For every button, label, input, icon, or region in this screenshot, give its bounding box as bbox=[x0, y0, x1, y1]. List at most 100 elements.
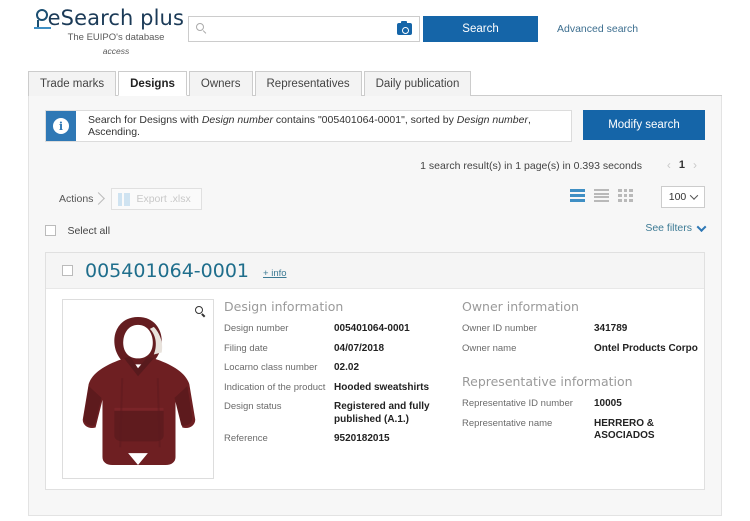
magnifier-logo-icon bbox=[34, 7, 51, 29]
logo-tagline: The EUIPO's database bbox=[67, 32, 165, 43]
design-thumbnail[interactable] bbox=[62, 299, 214, 479]
field-label: Representative ID number bbox=[462, 398, 573, 409]
list-view-icon[interactable] bbox=[570, 189, 585, 202]
field-label: Representative name bbox=[462, 417, 553, 429]
logo-tagline-access: access bbox=[102, 46, 130, 56]
modify-search-button[interactable]: Modify search bbox=[583, 110, 705, 140]
field-label: Design number bbox=[224, 323, 289, 334]
tab-representatives[interactable]: Representatives bbox=[254, 71, 362, 96]
image-search-button[interactable] bbox=[389, 17, 419, 41]
export-xlsx-button[interactable]: Export .xlsx bbox=[111, 188, 202, 210]
field-reference: Reference 9520182015 bbox=[224, 433, 452, 446]
design-information-section: Design information Design number 0054010… bbox=[224, 299, 452, 479]
representative-information-title: Representative information bbox=[462, 374, 633, 389]
owner-information-title: Owner information bbox=[462, 299, 579, 314]
logo-line: eSearch plus bbox=[34, 6, 184, 30]
logo-text: eSearch plus bbox=[47, 6, 184, 30]
tab-daily-publication[interactable]: Daily publication bbox=[363, 71, 472, 96]
field-owner-id-number: Owner ID number 341789 bbox=[462, 323, 712, 336]
field-value: 005401064-0001 bbox=[334, 323, 410, 334]
field-label: Indication of the product bbox=[224, 381, 326, 393]
field-label: Reference bbox=[224, 433, 268, 444]
page-size-select[interactable]: 100 bbox=[661, 186, 705, 208]
field-value: 341789 bbox=[594, 323, 628, 334]
search-button[interactable]: Search bbox=[423, 16, 538, 42]
main-tabs: Trade marks Designs Owners Representativ… bbox=[28, 70, 722, 96]
field-design-status: Design status Registered and fully publi… bbox=[224, 401, 452, 426]
result-select-checkbox[interactable] bbox=[62, 265, 73, 276]
hooded-sweatshirt-image bbox=[82, 316, 196, 466]
summary-field-1: Design number bbox=[201, 114, 274, 126]
results-meta-row: 1 search result(s) in 1 page(s) in 0.393… bbox=[45, 158, 705, 176]
result-card: 005401064-0001 + info Design information… bbox=[45, 252, 705, 490]
search-icon bbox=[196, 23, 208, 35]
chevron-down-icon bbox=[696, 221, 707, 232]
page-header: eSearch plus The EUIPO's database access… bbox=[0, 0, 750, 64]
xlsx-icon bbox=[118, 192, 131, 206]
select-all-row: Select all See filters bbox=[45, 221, 707, 240]
search-input[interactable] bbox=[208, 18, 389, 40]
field-representative-id-number: Representative ID number 10005 bbox=[462, 398, 712, 411]
chevron-down-icon bbox=[690, 191, 699, 200]
pagination-prev[interactable]: ‹ bbox=[659, 158, 679, 172]
results-count-text: 1 search result(s) in 1 page(s) in 0.393… bbox=[420, 160, 642, 172]
field-label: Locarno class number bbox=[224, 362, 318, 373]
search-summary-text: Search for Designs with Design number co… bbox=[76, 114, 571, 138]
search-summary-banner: i Search for Designs with Design number … bbox=[45, 110, 572, 142]
tab-trade-marks[interactable]: Trade marks bbox=[28, 71, 117, 96]
summary-middle: contains "005401064-0001", sorted by bbox=[273, 114, 457, 126]
design-information-title: Design information bbox=[224, 299, 344, 314]
result-card-body: Design information Design number 0054010… bbox=[46, 289, 704, 479]
field-locarno-class-number: Locarno class number 02.02 bbox=[224, 362, 452, 375]
pagination-next[interactable]: › bbox=[685, 158, 705, 172]
see-filters-toggle[interactable]: See filters bbox=[645, 221, 707, 234]
field-value: Hooded sweatshirts bbox=[334, 381, 430, 393]
field-label: Design status bbox=[224, 401, 282, 412]
field-label: Owner ID number bbox=[462, 323, 537, 334]
result-design-number[interactable]: 005401064-0001 bbox=[85, 260, 249, 282]
summary-prefix: Search for Designs with bbox=[88, 114, 202, 126]
search-summary-row: i Search for Designs with Design number … bbox=[45, 110, 705, 142]
esearch-plus-page: eSearch plus The EUIPO's database access… bbox=[0, 0, 750, 521]
field-value: Ontel Products Corpo bbox=[594, 342, 698, 354]
field-value: 02.02 bbox=[334, 362, 360, 373]
actions-label[interactable]: Actions bbox=[59, 193, 105, 205]
field-filing-date: Filing date 04/07/2018 bbox=[224, 343, 452, 356]
field-value: 9520182015 bbox=[334, 433, 390, 444]
export-xlsx-label: Export .xlsx bbox=[136, 193, 191, 205]
field-value: 10005 bbox=[594, 398, 622, 409]
select-all-checkbox[interactable] bbox=[45, 225, 56, 237]
field-label: Owner name bbox=[462, 342, 517, 354]
tab-owners[interactable]: Owners bbox=[188, 71, 253, 96]
field-value: Registered and fully published (A.1.) bbox=[334, 401, 430, 425]
advanced-search-link[interactable]: Advanced search bbox=[557, 23, 638, 35]
result-info-columns: Design information Design number 0054010… bbox=[214, 299, 712, 479]
logo[interactable]: eSearch plus The EUIPO's database access bbox=[34, 6, 184, 56]
results-panel: i Search for Designs with Design number … bbox=[28, 96, 722, 516]
select-all-label: Select all bbox=[67, 224, 111, 237]
field-owner-name: Owner name Ontel Products Corpo bbox=[462, 343, 712, 356]
camera-icon bbox=[396, 20, 412, 35]
field-label: Filing date bbox=[224, 342, 268, 354]
search-bar[interactable] bbox=[188, 16, 420, 42]
plus-info-link[interactable]: + info bbox=[263, 268, 287, 279]
field-representative-name: Representative name HERRERO & ASOCIADOS bbox=[462, 418, 712, 443]
view-mode-group bbox=[570, 189, 633, 202]
pagination: ‹ 1 › bbox=[659, 158, 705, 172]
result-card-header: 005401064-0001 + info bbox=[46, 253, 704, 289]
field-design-number: Design number 005401064-0001 bbox=[224, 323, 452, 336]
actions-group: Actions Export .xlsx bbox=[59, 188, 202, 210]
page-size-value: 100 bbox=[668, 191, 687, 203]
info-icon: i bbox=[46, 111, 76, 141]
summary-field-2: Design number bbox=[456, 114, 528, 126]
grid-view-icon[interactable] bbox=[618, 189, 633, 202]
owner-representative-column: Owner information Owner ID number 341789… bbox=[452, 299, 712, 479]
results-toolbar: Actions Export .xlsx 100 bbox=[45, 186, 705, 212]
see-filters-label: See filters bbox=[645, 222, 692, 234]
field-value: HERRERO & ASOCIADOS bbox=[594, 417, 655, 442]
compact-list-view-icon[interactable] bbox=[594, 189, 609, 202]
field-indication-of-the-product: Indication of the product Hooded sweatsh… bbox=[224, 382, 452, 395]
tab-designs[interactable]: Designs bbox=[118, 71, 187, 96]
field-value: 04/07/2018 bbox=[334, 342, 385, 354]
